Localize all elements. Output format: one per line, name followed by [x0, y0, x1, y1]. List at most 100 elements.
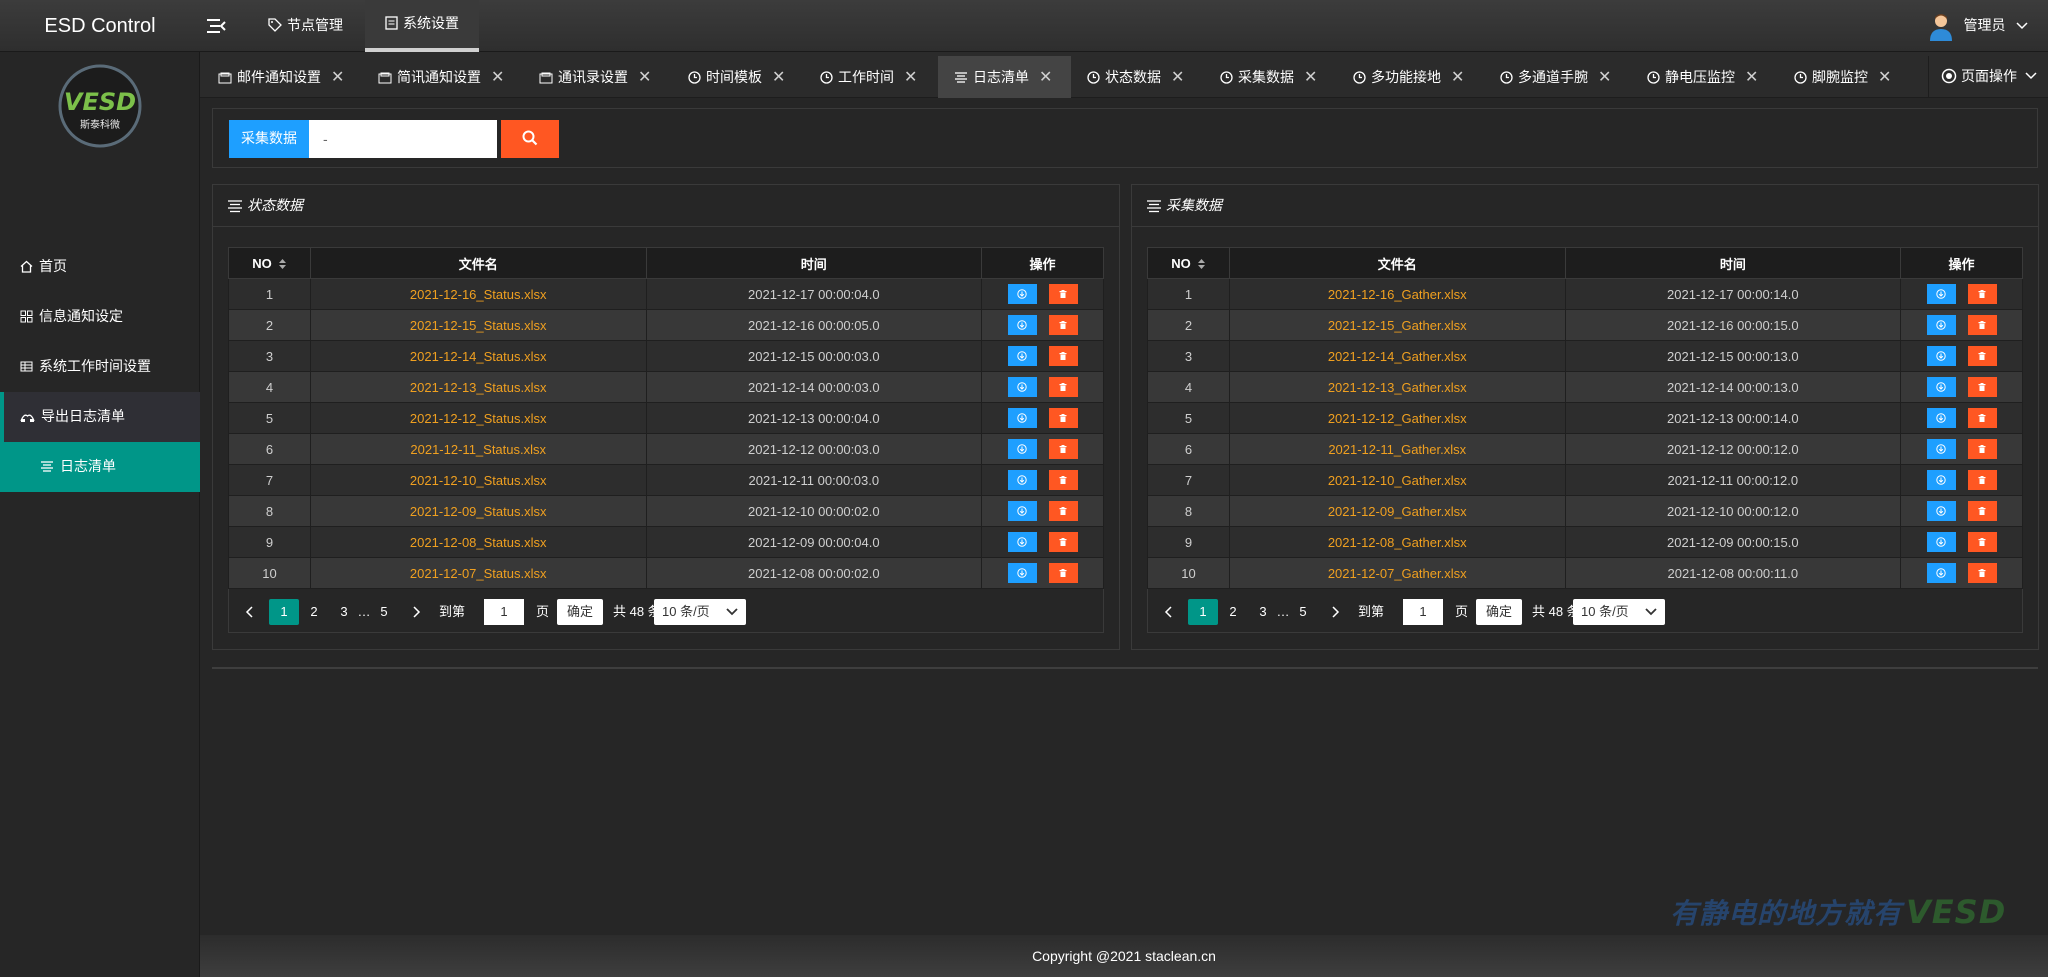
file-name-link[interactable]: 2021-12-08_Gather.xlsx — [1228, 526, 1566, 558]
column-header-no[interactable]: NO — [228, 247, 311, 279]
tab-contacts[interactable]: 通讯录设置 ✕ — [539, 56, 651, 98]
delete-button[interactable] — [1967, 563, 1997, 583]
page-5-button[interactable]: 5 — [1288, 599, 1318, 625]
download-button[interactable] — [1926, 377, 1956, 397]
close-icon[interactable]: ✕ — [491, 67, 504, 86]
page-1-button[interactable]: 1 — [269, 599, 299, 625]
goto-page-input[interactable] — [1403, 599, 1443, 625]
search-button[interactable] — [501, 120, 559, 158]
file-name-link[interactable]: 2021-12-14_Status.xlsx — [309, 340, 647, 372]
delete-button[interactable] — [1967, 284, 1997, 304]
tab-gather-data[interactable]: 采集数据 ✕ — [1220, 56, 1317, 98]
download-button[interactable] — [1926, 439, 1956, 459]
download-button[interactable] — [1926, 284, 1956, 304]
delete-button[interactable] — [1967, 315, 1997, 335]
close-icon[interactable]: ✕ — [1745, 67, 1758, 86]
chevron-right-icon[interactable] — [1332, 606, 1340, 618]
file-name-link[interactable]: 2021-12-07_Status.xlsx — [309, 557, 647, 589]
nav-node-management[interactable]: 节点管理 — [248, 0, 363, 52]
delete-button[interactable] — [1967, 501, 1997, 521]
sidebar-item-worktime[interactable]: 系统工作时间设置 — [0, 342, 200, 392]
download-button[interactable] — [1007, 439, 1037, 459]
download-button[interactable] — [1926, 563, 1956, 583]
download-button[interactable] — [1926, 501, 1956, 521]
tab-time-template[interactable]: 时间模板 ✕ — [688, 56, 785, 98]
delete-button[interactable] — [1048, 439, 1078, 459]
tab-work-time[interactable]: 工作时间 ✕ — [820, 56, 917, 98]
tab-email-notify[interactable]: 邮件通知设置 ✕ — [218, 56, 344, 98]
close-icon[interactable]: ✕ — [1451, 67, 1464, 86]
file-name-link[interactable]: 2021-12-11_Status.xlsx — [309, 433, 647, 465]
chevron-left-icon[interactable] — [1164, 606, 1172, 618]
chevron-right-icon[interactable] — [413, 606, 421, 618]
page-2-button[interactable]: 2 — [1218, 599, 1248, 625]
menu-toggle-icon[interactable] — [204, 14, 228, 38]
download-button[interactable] — [1007, 501, 1037, 521]
delete-button[interactable] — [1967, 346, 1997, 366]
tab-sms-notify[interactable]: 简讯通知设置 ✕ — [378, 56, 504, 98]
column-header-no[interactable]: NO — [1147, 247, 1230, 279]
file-name-link[interactable]: 2021-12-10_Status.xlsx — [309, 464, 647, 496]
sort-icon[interactable] — [278, 258, 287, 270]
file-name-link[interactable]: 2021-12-16_Gather.xlsx — [1228, 278, 1566, 310]
tab-ankle-monitor[interactable]: 脚腕监控 ✕ — [1794, 56, 1891, 98]
delete-button[interactable] — [1967, 439, 1997, 459]
download-button[interactable] — [1007, 532, 1037, 552]
file-name-link[interactable]: 2021-12-11_Gather.xlsx — [1228, 433, 1566, 465]
file-name-link[interactable]: 2021-12-07_Gather.xlsx — [1228, 557, 1566, 589]
sidebar-item-log-list[interactable]: 日志清单 — [0, 442, 200, 492]
delete-button[interactable] — [1048, 563, 1078, 583]
goto-confirm-button[interactable]: 确定 — [557, 599, 603, 625]
delete-button[interactable] — [1048, 377, 1078, 397]
delete-button[interactable] — [1048, 470, 1078, 490]
file-name-link[interactable]: 2021-12-09_Gather.xlsx — [1228, 495, 1566, 527]
sort-icon[interactable] — [1197, 258, 1206, 270]
delete-button[interactable] — [1048, 501, 1078, 521]
file-name-link[interactable]: 2021-12-15_Status.xlsx — [309, 309, 647, 341]
goto-confirm-button[interactable]: 确定 — [1476, 599, 1522, 625]
download-button[interactable] — [1926, 532, 1956, 552]
download-button[interactable] — [1926, 315, 1956, 335]
delete-button[interactable] — [1967, 408, 1997, 428]
download-button[interactable] — [1926, 470, 1956, 490]
close-icon[interactable]: ✕ — [1171, 67, 1184, 86]
user-menu[interactable]: 管理员 — [1926, 8, 2028, 44]
download-button[interactable] — [1007, 470, 1037, 490]
download-button[interactable] — [1007, 284, 1037, 304]
tab-log-list[interactable]: 日志清单 ✕ — [938, 56, 1071, 98]
delete-button[interactable] — [1967, 377, 1997, 397]
download-button[interactable] — [1926, 346, 1956, 366]
file-name-link[interactable]: 2021-12-15_Gather.xlsx — [1228, 309, 1566, 341]
close-icon[interactable]: ✕ — [772, 67, 785, 86]
tab-static-voltage[interactable]: 静电压监控 ✕ — [1647, 56, 1758, 98]
download-button[interactable] — [1007, 346, 1037, 366]
file-name-link[interactable]: 2021-12-09_Status.xlsx — [309, 495, 647, 527]
sidebar-item-notification[interactable]: 信息通知设定 — [0, 292, 200, 342]
search-input[interactable] — [309, 120, 497, 158]
file-name-link[interactable]: 2021-12-08_Status.xlsx — [309, 526, 647, 558]
page-2-button[interactable]: 2 — [299, 599, 329, 625]
page-5-button[interactable]: 5 — [369, 599, 399, 625]
delete-button[interactable] — [1967, 470, 1997, 490]
close-icon[interactable]: ✕ — [331, 67, 344, 86]
file-name-link[interactable]: 2021-12-12_Status.xlsx — [309, 402, 647, 434]
delete-button[interactable] — [1048, 284, 1078, 304]
delete-button[interactable] — [1048, 408, 1078, 428]
close-icon[interactable]: ✕ — [1039, 67, 1052, 86]
page-operations-button[interactable]: 页面操作 — [1928, 56, 2048, 98]
tab-multi-wrist[interactable]: 多通道手腕 ✕ — [1500, 56, 1611, 98]
file-name-link[interactable]: 2021-12-13_Gather.xlsx — [1228, 371, 1566, 403]
tab-status-data[interactable]: 状态数据 ✕ — [1087, 56, 1184, 98]
delete-button[interactable] — [1048, 346, 1078, 366]
download-button[interactable] — [1926, 408, 1956, 428]
file-name-link[interactable]: 2021-12-10_Gather.xlsx — [1228, 464, 1566, 496]
file-name-link[interactable]: 2021-12-14_Gather.xlsx — [1228, 340, 1566, 372]
file-name-link[interactable]: 2021-12-16_Status.xlsx — [309, 278, 647, 310]
per-page-select[interactable]: 10 条/页 — [1573, 599, 1665, 625]
delete-button[interactable] — [1967, 532, 1997, 552]
close-icon[interactable]: ✕ — [1878, 67, 1891, 86]
download-button[interactable] — [1007, 315, 1037, 335]
close-icon[interactable]: ✕ — [638, 67, 651, 86]
per-page-select[interactable]: 10 条/页 — [654, 599, 746, 625]
tab-multi-ground[interactable]: 多功能接地 ✕ — [1353, 56, 1464, 98]
